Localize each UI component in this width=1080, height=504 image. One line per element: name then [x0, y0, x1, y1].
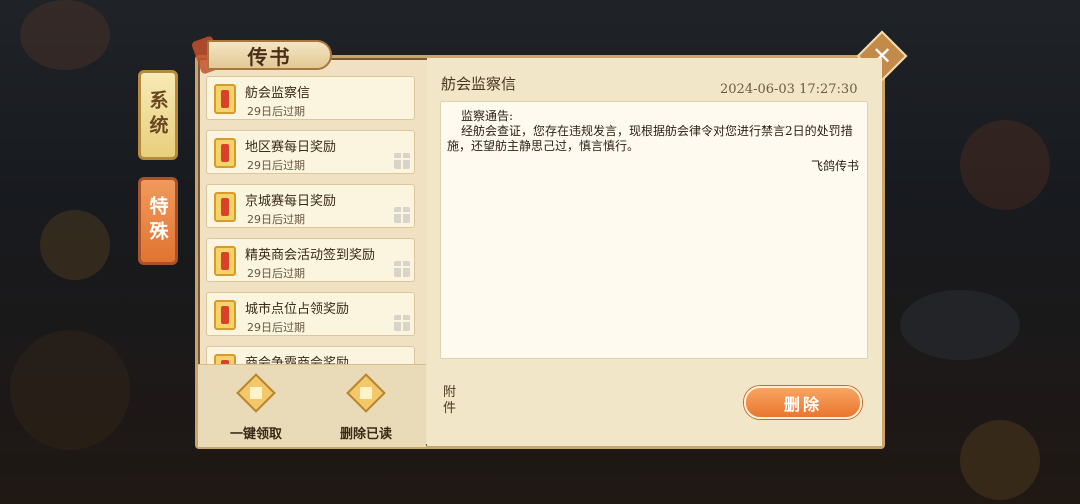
mail-expiry: 29日后过期: [247, 267, 305, 280]
attachment-label: 附件: [443, 385, 457, 416]
tab-special[interactable]: 特殊: [138, 177, 178, 265]
delete-read-label: 删除已读: [339, 427, 392, 442]
letter-icon: [214, 246, 236, 276]
content-body: 经舫会查证，您存在违规发言，现根据舫会律令对您进行禁言2日的处罚措施，还望舫主静…: [447, 124, 853, 153]
mail-item[interactable]: 地区赛每日奖励 29日后过期: [206, 130, 415, 174]
delete-button[interactable]: 删除: [744, 386, 862, 419]
gift-icon: [394, 261, 410, 277]
mail-item[interactable]: 精英商会活动签到奖励 29日后过期: [206, 238, 415, 282]
mail-expiry: 29日后过期: [247, 213, 305, 226]
mail-title: 地区赛每日奖励: [245, 140, 337, 155]
mail-list[interactable]: 舫会监察信 29日后过期 地区赛每日奖励 29日后过期 京城赛每日奖励 29日后…: [198, 70, 426, 365]
letter-icon: [214, 84, 236, 114]
mail-item[interactable]: 商会争霸商会奖励: [206, 346, 415, 365]
mail-list-footer: 一键领取 删除已读: [198, 364, 426, 447]
mail-title: 精英商会活动签到奖励: [245, 248, 376, 263]
content-heading: 监察通告:: [461, 109, 514, 123]
mail-title: 京城赛每日奖励: [245, 194, 337, 209]
mail-item[interactable]: 舫会监察信 29日后过期: [206, 76, 415, 120]
mail-expiry: 29日后过期: [247, 321, 305, 334]
mail-timestamp: 2024-06-03 17:27:30: [720, 82, 858, 97]
gift-icon: [394, 153, 410, 169]
dialog-title: 传书: [207, 40, 332, 70]
mail-content[interactable]: 监察通告: 经舫会查证，您存在违规发言，现根据舫会律令对您进行禁言2日的处罚措施…: [440, 101, 868, 359]
delete-read-button[interactable]: 删除已读: [326, 373, 406, 443]
letter-icon: [214, 192, 236, 222]
mail-title: 舫会监察信: [245, 86, 311, 101]
claim-all-label: 一键领取: [229, 427, 282, 442]
gift-icon: [394, 207, 410, 223]
mail-expiry: 29日后过期: [247, 159, 305, 172]
gift-icon: [236, 373, 276, 413]
mail-title: 城市点位占领奖励: [245, 302, 350, 317]
letter-icon: [214, 138, 236, 168]
mail-expiry: 29日后过期: [247, 105, 305, 118]
gift-icon: [394, 315, 410, 331]
trash-icon: [346, 373, 386, 413]
mail-item[interactable]: 城市点位占领奖励 29日后过期: [206, 292, 415, 336]
letter-icon: [214, 300, 236, 330]
mail-detail-title: 舫会监察信: [441, 75, 517, 93]
claim-all-button[interactable]: 一键领取: [216, 373, 296, 443]
mail-item[interactable]: 京城赛每日奖励 29日后过期: [206, 184, 415, 228]
tab-system[interactable]: 系统: [138, 70, 178, 160]
content-signature: 飞鸽传书: [810, 159, 859, 173]
